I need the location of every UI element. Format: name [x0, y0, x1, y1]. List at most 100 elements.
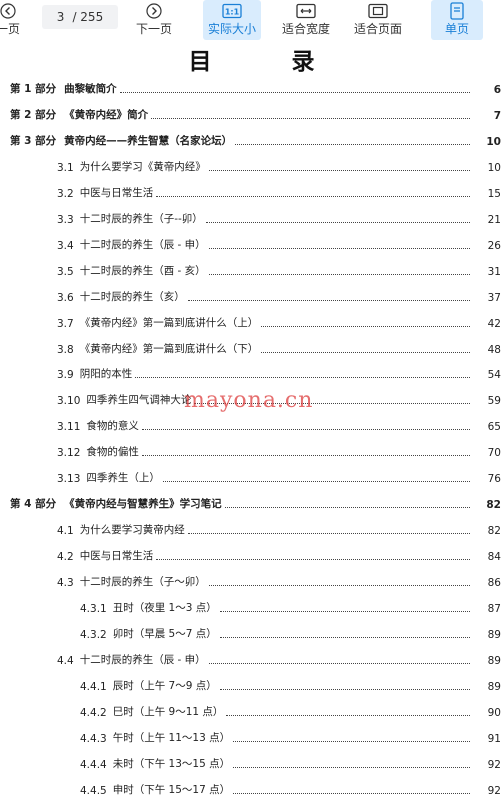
actual-size-button[interactable]: 1:1 实际大小: [203, 0, 261, 40]
next-page-button[interactable]: 下一页: [133, 0, 175, 40]
toc-entry-title: 十二时辰的养生（辰 - 申）: [79, 238, 206, 251]
toc-entry-page: 92: [487, 784, 501, 797]
toc-entry[interactable]: 3.2 中医与日常生活 15: [0, 182, 503, 200]
toc-entry[interactable]: 4.1 为什么要学习黄帝内经 82: [0, 519, 503, 537]
fit-page-icon: [368, 0, 388, 22]
single-page-label: 单页: [444, 22, 469, 36]
toc-entry-page: 89: [487, 654, 501, 667]
toc-entry-number: 第 1 部分: [10, 83, 57, 95]
current-page-input[interactable]: 3: [57, 10, 65, 24]
toc-entry-page: 65: [487, 421, 501, 434]
fit-width-icon: [296, 0, 316, 22]
toc-entry[interactable]: 第 3 部分 黄帝内经——养生智慧（名家论坛） 10: [0, 130, 503, 148]
toc-entry-title: 辰时（上午 7～9 点）: [112, 679, 217, 692]
toc-dot-leader: [219, 611, 470, 612]
toc-entry[interactable]: 第 1 部分 曲黎敏简介 6: [0, 78, 503, 96]
toc-entry-page: 26: [487, 239, 501, 252]
viewer-toolbar: 一页 3 / 255 下一页 1:1 实际大小 适合宽度 适合页面 单页: [0, 0, 503, 40]
prev-page-button[interactable]: 一页: [0, 0, 24, 40]
toc-entry[interactable]: 3.1 为什么要学习《黄帝内经》 10: [0, 156, 503, 174]
toc-dot-leader: [233, 792, 470, 794]
fit-width-button[interactable]: 适合宽度: [278, 0, 334, 40]
next-page-label: 下一页: [135, 22, 172, 36]
toc-entry[interactable]: 3.6 十二时辰的养生（亥） 37: [0, 286, 503, 304]
toc-entry[interactable]: 4.4 十二时辰的养生（辰 - 申） 89: [0, 649, 503, 667]
toc-entry-page: 89: [487, 680, 501, 693]
total-pages: / 255: [72, 10, 104, 24]
toc-title: 目 录: [188, 49, 351, 75]
toc-entry[interactable]: 3.3 十二时辰的养生（子--卯） 21: [0, 208, 503, 226]
toc-entry[interactable]: 4.4.1 辰时（上午 7～9 点） 89: [0, 675, 503, 693]
toc-entry-page: 10: [486, 135, 501, 148]
toc-entry-number: 3.3: [57, 213, 74, 226]
toc-entry-number: 3.12: [57, 447, 81, 460]
toc-entry[interactable]: 4.4.4 未时（下午 13～15 点） 92: [0, 753, 503, 771]
toc-entry[interactable]: 3.8 《黄帝内经》第一篇到底讲什么（下） 48: [0, 338, 503, 356]
toc-entry-number: 4.4.4: [80, 758, 107, 771]
toc-entry-title: 《黄帝内经》简介: [64, 108, 149, 121]
toc-entry-number: 4.3.2: [80, 628, 107, 641]
toc-entry[interactable]: 3.11 食物的意义 65: [0, 415, 503, 433]
toc-dot-leader: [208, 662, 470, 664]
toc-entry-title: 十二时辰的养生（子～卯）: [79, 576, 206, 589]
toc-dot-leader: [235, 143, 470, 145]
actual-size-icon-text: 1:1: [225, 8, 240, 17]
toc-entry[interactable]: 3.13 四季养生（上） 76: [0, 467, 503, 485]
toc-entry[interactable]: 4.2 中医与日常生活 84: [0, 545, 503, 563]
toc-entry-number: 4.4.1: [80, 680, 107, 693]
toc-entry-title: 四季养生（上）: [86, 472, 160, 485]
fit-width-label: 适合宽度: [281, 22, 330, 36]
toc-entry-title: 食物的意义: [86, 420, 139, 433]
toc-dot-leader: [219, 636, 470, 638]
toc-dot-leader: [187, 533, 470, 535]
toc-entry[interactable]: 4.4.5 申时（下午 15～17 点） 92: [0, 779, 503, 797]
toc-entry[interactable]: 4.3.2 卯时（早晨 5～7 点） 89: [0, 623, 503, 641]
toc-entry[interactable]: 3.12 食物的偏性 70: [0, 441, 503, 459]
toc-entry-title: 申时（下午 15～17 点）: [112, 783, 231, 796]
single-page-button[interactable]: 单页: [431, 0, 483, 40]
toc-entry[interactable]: 第 4 部分 《黄帝内经与智慧养生》学习笔记 82: [0, 493, 503, 511]
toc-entry-number: 4.2: [57, 551, 74, 564]
toc-dot-leader: [208, 169, 470, 171]
page-number-field[interactable]: 3 / 255: [42, 5, 118, 29]
toc-entry-title: 卯时（早晨 5～7 点）: [112, 627, 217, 640]
toc-entry-page: 54: [487, 369, 501, 382]
prev-page-label: 一页: [0, 22, 20, 36]
toc-dot-leader: [119, 92, 470, 93]
toc-entry-page: 87: [487, 603, 501, 615]
toc-entry-page: 7: [493, 109, 501, 122]
toc-dot-leader: [205, 221, 470, 223]
toc-dot-leader: [233, 740, 470, 742]
toc-entry[interactable]: 4.3 十二时辰的养生（子～卯） 86: [0, 571, 503, 589]
toc-entry[interactable]: 4.3.1 丑时（夜里 1～3 点） 87: [0, 597, 503, 615]
toc-entry[interactable]: 第 2 部分 《黄帝内经》简介 7: [0, 104, 503, 122]
toc-entry-number: 4.3: [57, 577, 74, 590]
toc-entry-page: 48: [487, 343, 501, 356]
toc-entry-title: 午时（上午 11～13 点）: [112, 731, 231, 744]
actual-size-label: 实际大小: [207, 22, 256, 36]
fit-page-button[interactable]: 适合页面: [350, 0, 406, 40]
toc-entry[interactable]: 4.4.2 巳时（上午 9～11 点） 90: [0, 701, 503, 719]
toc-entry-number: 4.4.5: [80, 784, 107, 797]
fit-page-label: 适合页面: [353, 22, 402, 36]
toc-entry[interactable]: 3.9 阴阳的本性 54: [0, 363, 503, 381]
toc-entry-number: 3.11: [57, 421, 81, 434]
toc-dot-leader: [261, 325, 470, 327]
toc-dot-leader: [141, 429, 470, 431]
toc-entry[interactable]: 4.4.3 午时（上午 11～13 点） 91: [0, 727, 503, 745]
toc-entry[interactable]: 3.5 十二时辰的养生（酉 - 亥） 31: [0, 260, 503, 278]
toc-entry[interactable]: 3.7 《黄帝内经》第一篇到底讲什么（上） 42: [0, 312, 503, 330]
toc-entry[interactable]: 3.4 十二时辰的养生（辰 - 申） 26: [0, 234, 503, 252]
toc-dot-leader: [151, 117, 470, 119]
toc-entry-page: 70: [487, 447, 501, 460]
toc-entry-number: 3.4: [57, 239, 74, 252]
toc-entry-page: 82: [487, 525, 501, 538]
toc-entry-title: 未时（下午 13～15 点）: [112, 757, 231, 770]
toc-entry-number: 3.13: [57, 473, 81, 486]
toc-entry-title: 为什么要学习黄帝内经: [79, 524, 185, 537]
toc-entry-number: 3.6: [57, 291, 74, 304]
toc-entry-title: 曲黎敏简介: [64, 83, 117, 95]
toc-entry-page: 37: [487, 291, 501, 304]
toc-entry-page: 31: [487, 265, 501, 278]
toc-entry-title: 黄帝内经——养生智慧（名家论坛）: [64, 134, 233, 147]
